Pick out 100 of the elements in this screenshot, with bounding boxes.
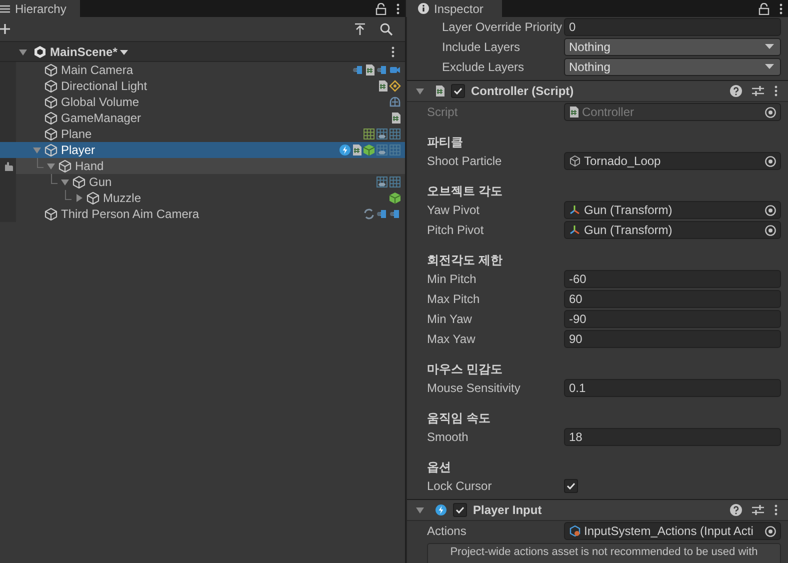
game-object-icon — [58, 159, 72, 173]
volume-icon — [389, 96, 401, 108]
check-icon — [455, 505, 465, 515]
presets-icon[interactable] — [752, 85, 764, 97]
dropdown-caret-icon[interactable] — [120, 48, 128, 56]
object-field[interactable]: Gun (Transform) — [564, 221, 781, 239]
number-field[interactable]: 0 — [564, 18, 781, 36]
field-label: Smooth — [426, 430, 470, 444]
field-label: Exclude Layers — [441, 60, 526, 74]
lock-icon[interactable] — [375, 2, 387, 14]
grid-eye-icon — [376, 176, 388, 188]
hierarchy-item[interactable]: Hand — [0, 158, 405, 174]
field-label: Shoot Particle — [426, 154, 503, 168]
dropdown-caret-icon — [765, 64, 774, 70]
swap-icon — [363, 208, 375, 220]
game-object-icon — [44, 95, 58, 109]
game-object-icon — [86, 191, 100, 205]
cube-icon — [363, 144, 375, 156]
expand-arrow-icon[interactable] — [415, 505, 425, 515]
target-icon[interactable] — [765, 224, 776, 236]
scene-row[interactable]: MainScene* — [0, 42, 405, 62]
component-header[interactable]: Player Input — [407, 499, 788, 521]
field-label: Min Pitch — [426, 272, 478, 286]
section-header: 옵션 — [426, 459, 452, 476]
section-header: 움직임 속도 — [426, 410, 492, 427]
script-icon — [378, 80, 388, 92]
target-icon[interactable] — [765, 156, 776, 166]
target-icon[interactable] — [765, 204, 776, 216]
enabled-checkbox[interactable] — [451, 84, 465, 98]
info-icon[interactable] — [418, 3, 429, 14]
field-label: Layer Override Priority — [441, 20, 564, 34]
more-icon[interactable] — [391, 46, 395, 58]
script-icon — [569, 106, 579, 118]
number-field[interactable]: -60 — [564, 270, 781, 288]
field-label: Min Yaw — [426, 312, 473, 326]
search-icon[interactable] — [380, 22, 393, 36]
check-icon — [566, 481, 576, 491]
field-label: Include Layers — [441, 40, 522, 54]
expand-arrow-icon[interactable] — [46, 161, 56, 171]
field-label: Max Pitch — [426, 292, 481, 306]
number-field[interactable]: 60 — [564, 290, 781, 308]
game-object-icon — [44, 143, 58, 157]
target-icon[interactable] — [765, 526, 776, 536]
section-header: 회전각도 제한 — [426, 252, 504, 269]
field-label: Yaw Pivot — [426, 203, 480, 217]
more-icon[interactable] — [396, 2, 400, 14]
more-icon[interactable] — [779, 2, 783, 14]
presets-icon[interactable] — [752, 504, 764, 516]
object-field[interactable]: Tornado_Loop — [564, 152, 781, 170]
more-icon[interactable] — [774, 504, 778, 516]
more-icon[interactable] — [774, 85, 778, 97]
expand-arrow-icon[interactable] — [18, 46, 28, 56]
game-object-icon — [44, 79, 58, 93]
field-label: Mouse Sensitivity — [426, 381, 522, 395]
inspector-tab[interactable]: Inspector — [406, 0, 502, 17]
expand-arrow-icon[interactable] — [415, 86, 425, 96]
lock-icon[interactable] — [758, 2, 770, 14]
dropdown-caret-icon — [765, 44, 774, 50]
enabled-checkbox[interactable] — [453, 503, 467, 517]
section-header: 마우스 민감도 — [426, 361, 504, 378]
field-label: Script — [426, 105, 459, 119]
expand-arrow-icon[interactable] — [60, 177, 70, 187]
game-object-icon — [44, 207, 58, 221]
number-field[interactable]: 18 — [564, 428, 781, 446]
dropdown[interactable]: Nothing — [564, 38, 781, 56]
object-field: Controller — [564, 103, 781, 121]
number-field[interactable]: 0.1 — [564, 379, 781, 397]
number-field[interactable]: -90 — [564, 310, 781, 328]
object-field[interactable]: InputSystem_Actions (Input Acti — [564, 522, 781, 540]
menu-icon[interactable] — [0, 4, 10, 14]
game-object-icon — [72, 175, 86, 189]
expand-arrow-icon[interactable] — [74, 193, 84, 203]
help-icon[interactable] — [730, 504, 742, 516]
hierarchy-tab[interactable]: Hierarchy — [0, 0, 80, 17]
cube-icon — [389, 192, 401, 204]
check-icon — [453, 86, 463, 96]
asset-icon — [569, 525, 581, 537]
component-header[interactable]: Controller (Script) — [407, 80, 788, 102]
add-icon[interactable] — [0, 24, 10, 34]
script-icon — [352, 144, 362, 156]
collapse-icon[interactable] — [354, 23, 366, 35]
field-label: Pitch Pivot — [426, 223, 485, 237]
section-header: 오브젝트 각도 — [426, 183, 504, 200]
axes-icon — [569, 204, 581, 216]
hand-cursor-icon — [2, 160, 14, 172]
hierarchy-item[interactable]: Player — [0, 142, 405, 158]
game-object-icon — [44, 127, 58, 141]
script-icon — [391, 112, 401, 124]
checkbox[interactable] — [564, 479, 578, 493]
script-icon — [365, 64, 375, 76]
light-icon — [389, 80, 401, 92]
grid-eye-icon — [376, 144, 388, 156]
camera-icon — [389, 64, 401, 76]
dropdown[interactable]: Nothing — [564, 58, 781, 76]
game-object-icon — [44, 63, 58, 77]
object-field[interactable]: Gun (Transform) — [564, 201, 781, 219]
help-icon[interactable] — [730, 85, 742, 97]
field-label: Max Yaw — [426, 332, 476, 346]
number-field[interactable]: 90 — [564, 330, 781, 348]
axes-icon — [569, 224, 581, 236]
